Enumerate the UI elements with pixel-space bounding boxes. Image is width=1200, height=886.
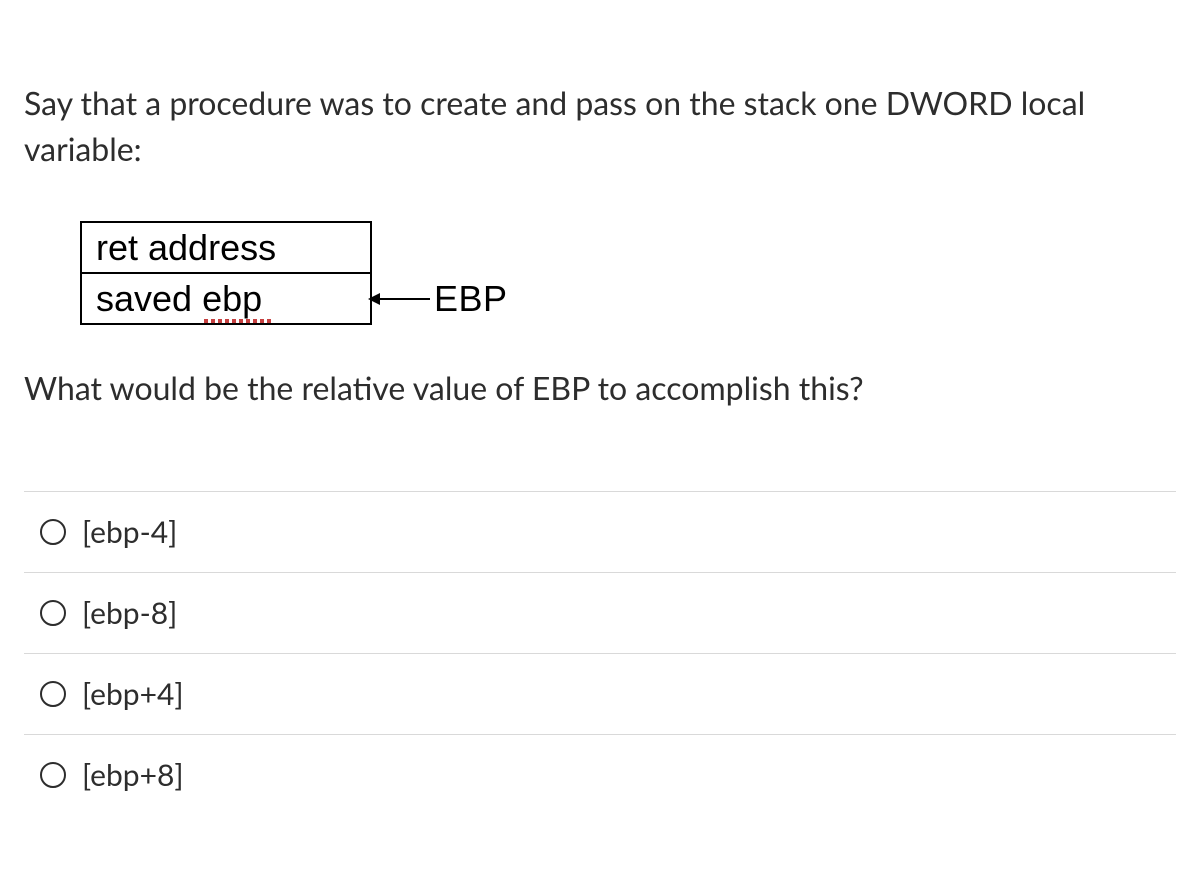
stack-table: ret address saved ebp xyxy=(80,221,372,325)
stack-cell-ret-address: ret address xyxy=(81,222,371,273)
option-label: [ebp+8] xyxy=(82,757,184,793)
radio-icon xyxy=(40,600,66,626)
radio-icon xyxy=(40,681,66,707)
ebp-pointer: EBP xyxy=(372,274,508,324)
arrow-left-icon xyxy=(370,298,430,300)
radio-icon xyxy=(40,519,66,545)
option-label: [ebp-8] xyxy=(82,595,177,631)
option-ebp-minus-8[interactable]: [ebp-8] xyxy=(24,573,1176,654)
option-label: [ebp-4] xyxy=(82,514,177,550)
question-intro: Say that a procedure was to create and p… xyxy=(24,80,1176,173)
option-ebp-minus-4[interactable]: [ebp-4] xyxy=(24,492,1176,573)
option-label: [ebp+4] xyxy=(82,676,184,712)
option-ebp-plus-8[interactable]: [ebp+8] xyxy=(24,735,1176,815)
question-followup: What would be the relative value of EBP … xyxy=(24,365,1176,411)
stack-cell-saved-ebp: saved ebp xyxy=(81,273,371,324)
radio-icon xyxy=(40,762,66,788)
option-ebp-plus-4[interactable]: [ebp+4] xyxy=(24,654,1176,735)
options-list: [ebp-4] [ebp-8] [ebp+4] [ebp+8] xyxy=(24,491,1176,815)
saved-ebp-text: saved ebp xyxy=(96,278,262,319)
ebp-label: EBP xyxy=(434,278,508,320)
stack-diagram: ret address saved ebp EBP xyxy=(80,221,1176,325)
